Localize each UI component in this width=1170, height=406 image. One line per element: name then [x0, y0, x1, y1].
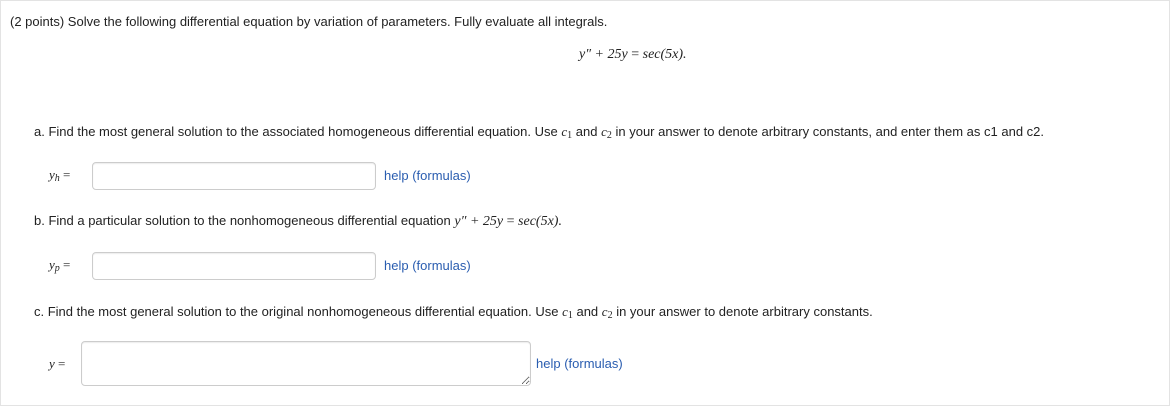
c2-symbol: c2 — [602, 304, 613, 321]
c1-subscript: 1 — [567, 310, 573, 321]
part-c-and: and — [576, 304, 599, 319]
part-c-prompt: c. Find the most general solution to the… — [34, 304, 873, 321]
yh-subscript: h — [54, 173, 60, 184]
yh-help-link[interactable]: help (formulas) — [384, 168, 471, 183]
yp-input[interactable] — [92, 252, 376, 280]
part-c-prompt-before: c. Find the most general solution to the… — [34, 304, 559, 319]
part-b-eq-rhs: sec(5x). — [518, 214, 562, 229]
c2-subscript: 2 — [606, 130, 612, 141]
yp-equals: = — [63, 257, 71, 272]
part-c-prompt-after: in your answer to denote arbitrary const… — [616, 304, 873, 319]
part-b-equation: y″ + 25y = sec(5x). — [454, 214, 562, 229]
yh-label: yh = — [49, 167, 70, 184]
equation-equals: = — [631, 47, 640, 62]
yh-equals: = — [63, 167, 71, 182]
main-equation: y″ + 25y = sec(5x). — [579, 47, 687, 63]
part-a-prompt: a. Find the most general solution to the… — [34, 124, 1044, 141]
equation-rhs: sec(5x). — [642, 47, 687, 62]
c1-symbol: c1 — [561, 124, 573, 141]
problem-panel: (2 points) Solve the following different… — [0, 0, 1170, 406]
y-equals: = — [58, 356, 66, 371]
yp-label: yp = — [49, 257, 70, 274]
part-b-eq-sign: = — [506, 214, 515, 229]
part-a-prompt-before: a. Find the most general solution to the… — [34, 124, 558, 139]
y-help-link[interactable]: help (formulas) — [536, 356, 623, 371]
problem-intro: (2 points) Solve the following different… — [10, 14, 608, 29]
y-textarea[interactable] — [81, 341, 531, 386]
yp-subscript: p — [54, 263, 60, 274]
y-label: y = — [49, 356, 65, 372]
c1-symbol: c1 — [562, 304, 573, 321]
yh-input[interactable] — [92, 162, 376, 190]
c1-subscript: 1 — [567, 130, 573, 141]
y-letter: y — [49, 356, 55, 371]
part-a-and: and — [575, 124, 598, 139]
part-b-prompt: b. Find a particular solution to the non… — [34, 213, 562, 230]
part-a-prompt-after: in your answer to denote arbitrary const… — [615, 124, 1045, 139]
c2-symbol: c2 — [601, 124, 612, 141]
c2-subscript: 2 — [607, 310, 613, 321]
part-b-eq-lhs: y″ + 25y — [454, 214, 504, 229]
part-b-prompt-text: b. Find a particular solution to the non… — [34, 213, 451, 228]
equation-lhs: y″ + 25y — [579, 47, 628, 62]
yp-help-link[interactable]: help (formulas) — [384, 258, 471, 273]
